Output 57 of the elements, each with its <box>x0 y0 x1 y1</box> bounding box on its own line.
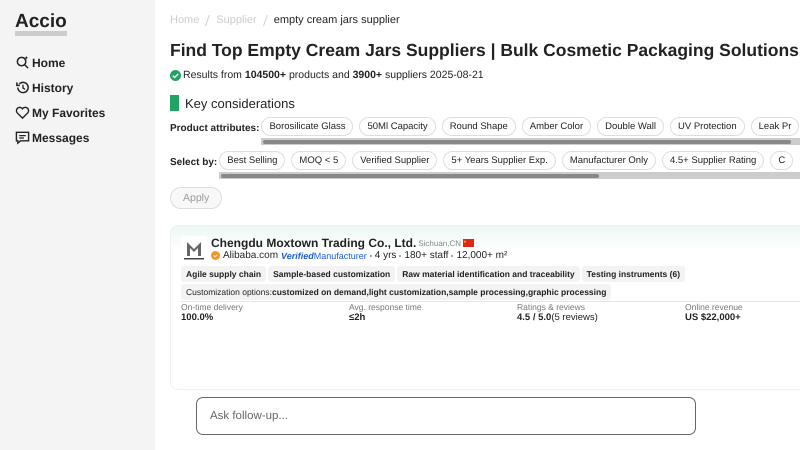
message-icon <box>15 130 30 145</box>
page-title: Find Top Empty Cream Jars Suppliers | Bulk Cosmetic Packaging Solutions <box>170 40 800 61</box>
filter-chip[interactable]: Leak Pr <box>750 117 800 136</box>
scrollbar[interactable] <box>261 138 800 145</box>
logo: Accio <box>15 12 67 36</box>
search-icon <box>15 55 30 70</box>
filter-chip[interactable]: Manufacturer Only <box>562 151 656 170</box>
section-heading: Key considerations <box>185 96 295 110</box>
nav-item[interactable]: My Favorites <box>15 100 106 125</box>
scrollbar[interactable] <box>219 172 800 179</box>
filter-chip[interactable]: 4.5+ Supplier Rating <box>662 151 764 170</box>
results-summary: Results from 104500+ products and 3900+ suppliers 2025-08-21 <box>183 69 484 81</box>
badge-icon <box>211 251 220 260</box>
company-location: Sichuan,CN <box>418 238 461 248</box>
platform-name: Alibaba.com <box>223 250 278 261</box>
check-icon <box>170 70 181 80</box>
stat-label: Online revenue <box>685 302 744 312</box>
filter-chip[interactable]: C <box>770 151 794 170</box>
company-fact: 180+ staff <box>404 250 448 261</box>
filter-chip[interactable]: Best Selling <box>219 151 286 170</box>
company-fact: 4 yrs <box>374 250 396 261</box>
stat-value: 100.0% <box>181 312 214 323</box>
stat-label: On-time delivery <box>181 302 244 312</box>
breadcrumb-item: empty cream jars supplier <box>274 14 400 26</box>
section-marker <box>170 95 179 111</box>
filter-label: Product attributes: <box>170 122 260 134</box>
verified-label: Verified <box>281 250 314 260</box>
follow-up-input[interactable]: Ask follow-up... <box>196 397 696 435</box>
capability-tag: Testing instruments (6) <box>582 266 686 282</box>
capability-tag: Agile supply chain <box>181 266 266 282</box>
stat-label: Ratings & reviews <box>517 302 586 312</box>
company-fact: 12,000+ m² <box>456 250 508 261</box>
flag-icon <box>463 239 474 247</box>
nav-item[interactable]: Messages <box>15 125 90 150</box>
stat-value: US $22,000+ <box>685 312 742 323</box>
nav-item[interactable]: History <box>15 75 74 100</box>
filter-chip[interactable]: Borosilicate Glass <box>261 117 354 136</box>
company-name[interactable]: Chengdu Moxtown Trading Co., Ltd. <box>211 236 416 250</box>
filter-chip[interactable]: 5+ Years Supplier Exp. <box>443 151 556 170</box>
filter-chip[interactable]: Double Wall <box>597 117 664 136</box>
nav-item[interactable]: Home <box>15 50 66 75</box>
filter-chip[interactable]: UV Protection <box>670 117 745 136</box>
filter-chip[interactable]: 50Ml Capacity <box>359 117 436 136</box>
capability-tag: Raw material identification and traceability <box>397 266 580 282</box>
stat-value: 4.5 / 5.0(5 reviews) <box>517 312 599 323</box>
stat-label: Avg. response time <box>349 302 423 312</box>
filter-chip[interactable]: Round Shape <box>442 117 516 136</box>
customization-options: Customization options:customized on demand,light customization,sample processing,graphic processing <box>181 284 612 300</box>
heart-icon <box>15 105 30 120</box>
business-type: Manufacturer <box>314 250 367 260</box>
filter-chip[interactable]: MOQ < 5 <box>291 151 346 170</box>
stat-value: ≤2h <box>349 312 366 323</box>
filter-chip[interactable]: Amber Color <box>522 117 592 136</box>
filter-label: Select by: <box>170 156 218 168</box>
capability-tag: Sample-based customization <box>268 266 396 282</box>
history-icon <box>15 80 30 95</box>
filter-chip[interactable]: Verified Supplier <box>352 151 438 170</box>
